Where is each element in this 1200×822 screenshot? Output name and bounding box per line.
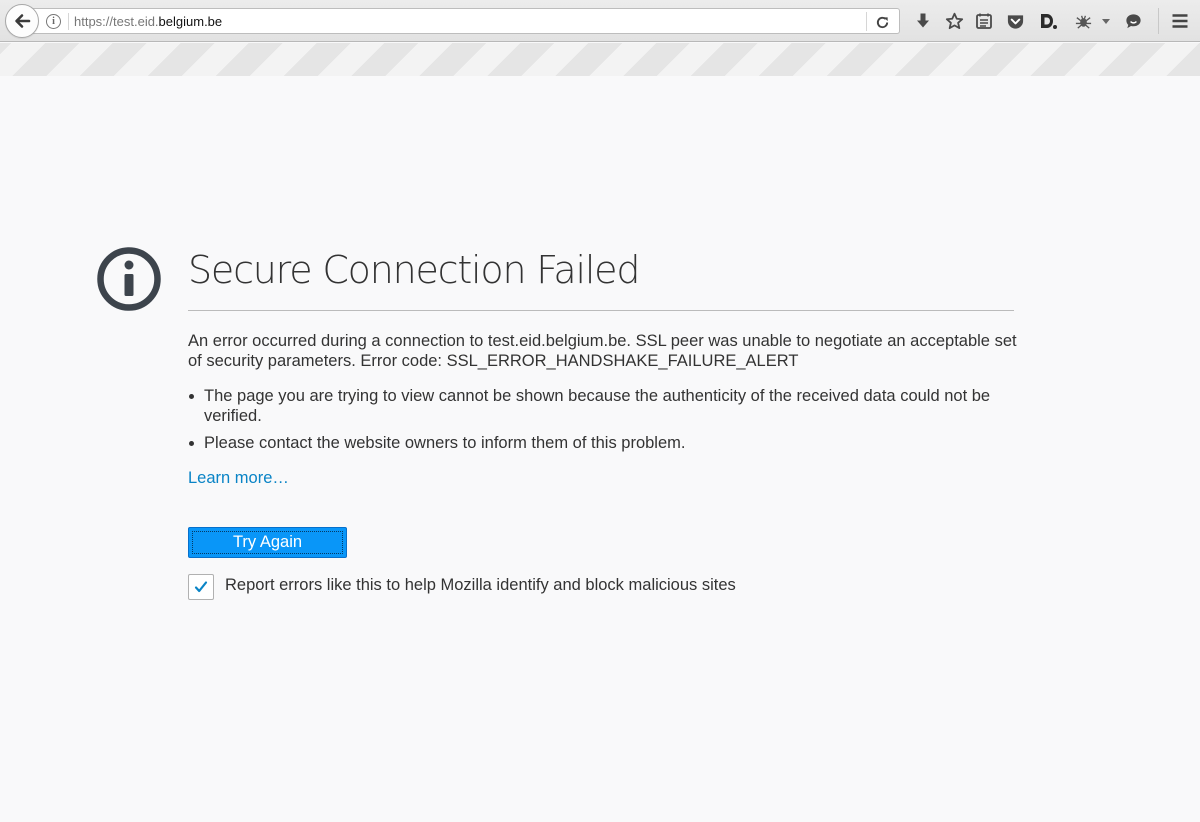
report-errors-label[interactable]: Report errors like this to help Mozilla …: [225, 576, 736, 595]
info-circle-icon: [97, 247, 161, 311]
menu-button[interactable]: [1170, 11, 1190, 31]
hamburger-menu-icon: [1172, 14, 1188, 28]
checkmark-icon: [194, 581, 208, 593]
reload-separator: [866, 12, 867, 31]
pocket-button[interactable]: [1005, 11, 1025, 31]
back-icon: [15, 14, 31, 28]
url-separator: [68, 13, 69, 30]
reading-list-icon: [976, 13, 992, 29]
learn-more-link[interactable]: Learn more…: [188, 469, 289, 488]
bookmark-button[interactable]: [944, 11, 964, 31]
url-bar[interactable]: i https://test.eid.belgium.be: [30, 8, 900, 34]
page-title: Secure Connection Failed: [188, 248, 640, 292]
download-button[interactable]: [913, 11, 933, 31]
extension-bug-icon: [1075, 15, 1091, 29]
report-errors-checkbox[interactable]: [188, 574, 214, 600]
download-icon: [917, 13, 929, 28]
list-item: The page you are trying to view cannot b…: [188, 386, 1028, 426]
bookmark-star-icon: [945, 12, 963, 29]
reload-icon: [876, 16, 888, 28]
chat-bubble-icon: [1125, 13, 1141, 28]
dropdown-arrow-icon: [1102, 19, 1110, 24]
chat-button[interactable]: [1123, 11, 1143, 31]
error-details-list: The page you are trying to view cannot b…: [188, 386, 1028, 460]
try-again-label: Try Again: [232, 533, 303, 551]
try-again-button[interactable]: Try Again: [188, 527, 347, 558]
title-divider: [188, 310, 1014, 311]
browser-toolbar: i https://test.eid.belgium.be: [0, 0, 1200, 42]
warning-stripe-band: [0, 43, 1200, 76]
list-item: Please contact the website owners to inf…: [188, 433, 1028, 453]
error-description: An error occurred during a connection to…: [188, 332, 1017, 370]
url-text[interactable]: https://test.eid.belgium.be: [74, 14, 222, 29]
url-domain: belgium.be: [158, 14, 223, 29]
reading-list-button[interactable]: [974, 11, 994, 31]
url-prefix: https://test.eid.: [74, 14, 159, 29]
toolbar-separator: [1158, 8, 1159, 34]
pocket-icon: [1007, 14, 1023, 29]
extension-bug-button[interactable]: [1073, 11, 1093, 31]
back-button[interactable]: [5, 4, 39, 38]
info-icon[interactable]: i: [46, 14, 61, 29]
extension-d-button[interactable]: [1038, 11, 1058, 31]
reload-button[interactable]: [872, 12, 892, 32]
extension-d-icon: [1041, 14, 1057, 29]
dropdown-arrow-button[interactable]: [1099, 11, 1113, 31]
